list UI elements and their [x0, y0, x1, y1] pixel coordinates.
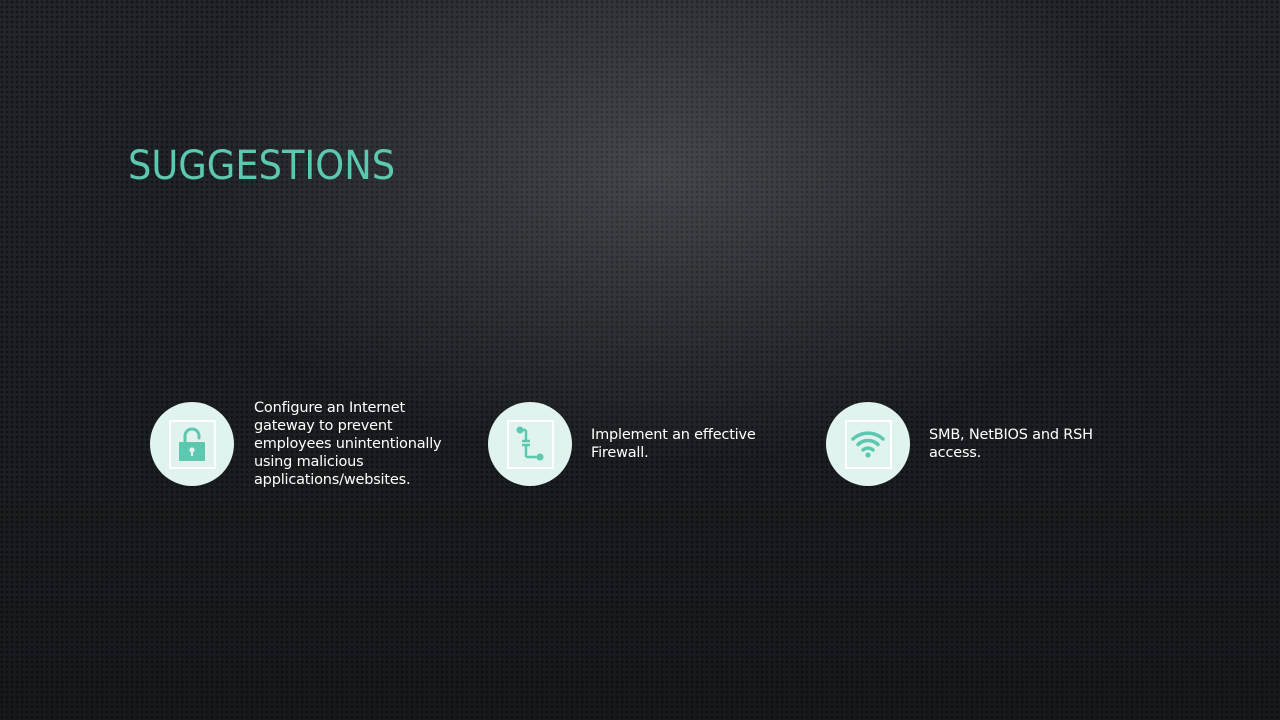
suggestion-text: SMB, NetBIOS and RSH access. [929, 427, 1093, 461]
flowchart-path-icon [516, 426, 544, 461]
wifi-signal-icon [851, 431, 885, 458]
suggestion-item-smb-access: SMB, NetBIOS and RSH access. [826, 402, 1093, 486]
suggestion-text: Configure an Internet gateway to prevent… [254, 400, 442, 488]
icon-frame [168, 419, 216, 469]
unlocked-padlock-icon [179, 427, 205, 461]
icon-frame [506, 419, 554, 469]
suggestion-text: Implement an effective Firewall. [591, 427, 756, 461]
icon-circle [150, 402, 234, 486]
icon-circle [826, 402, 910, 486]
suggestion-item-firewall: Implement an effective Firewall. [488, 402, 756, 486]
suggestion-item-internet-gateway: Configure an Internet gateway to prevent… [150, 400, 442, 488]
slide-title: Suggestions [128, 143, 396, 189]
slide: Suggestions Configure an Internet gatewa… [0, 0, 1280, 720]
icon-frame [844, 419, 892, 469]
icon-circle [488, 402, 572, 486]
